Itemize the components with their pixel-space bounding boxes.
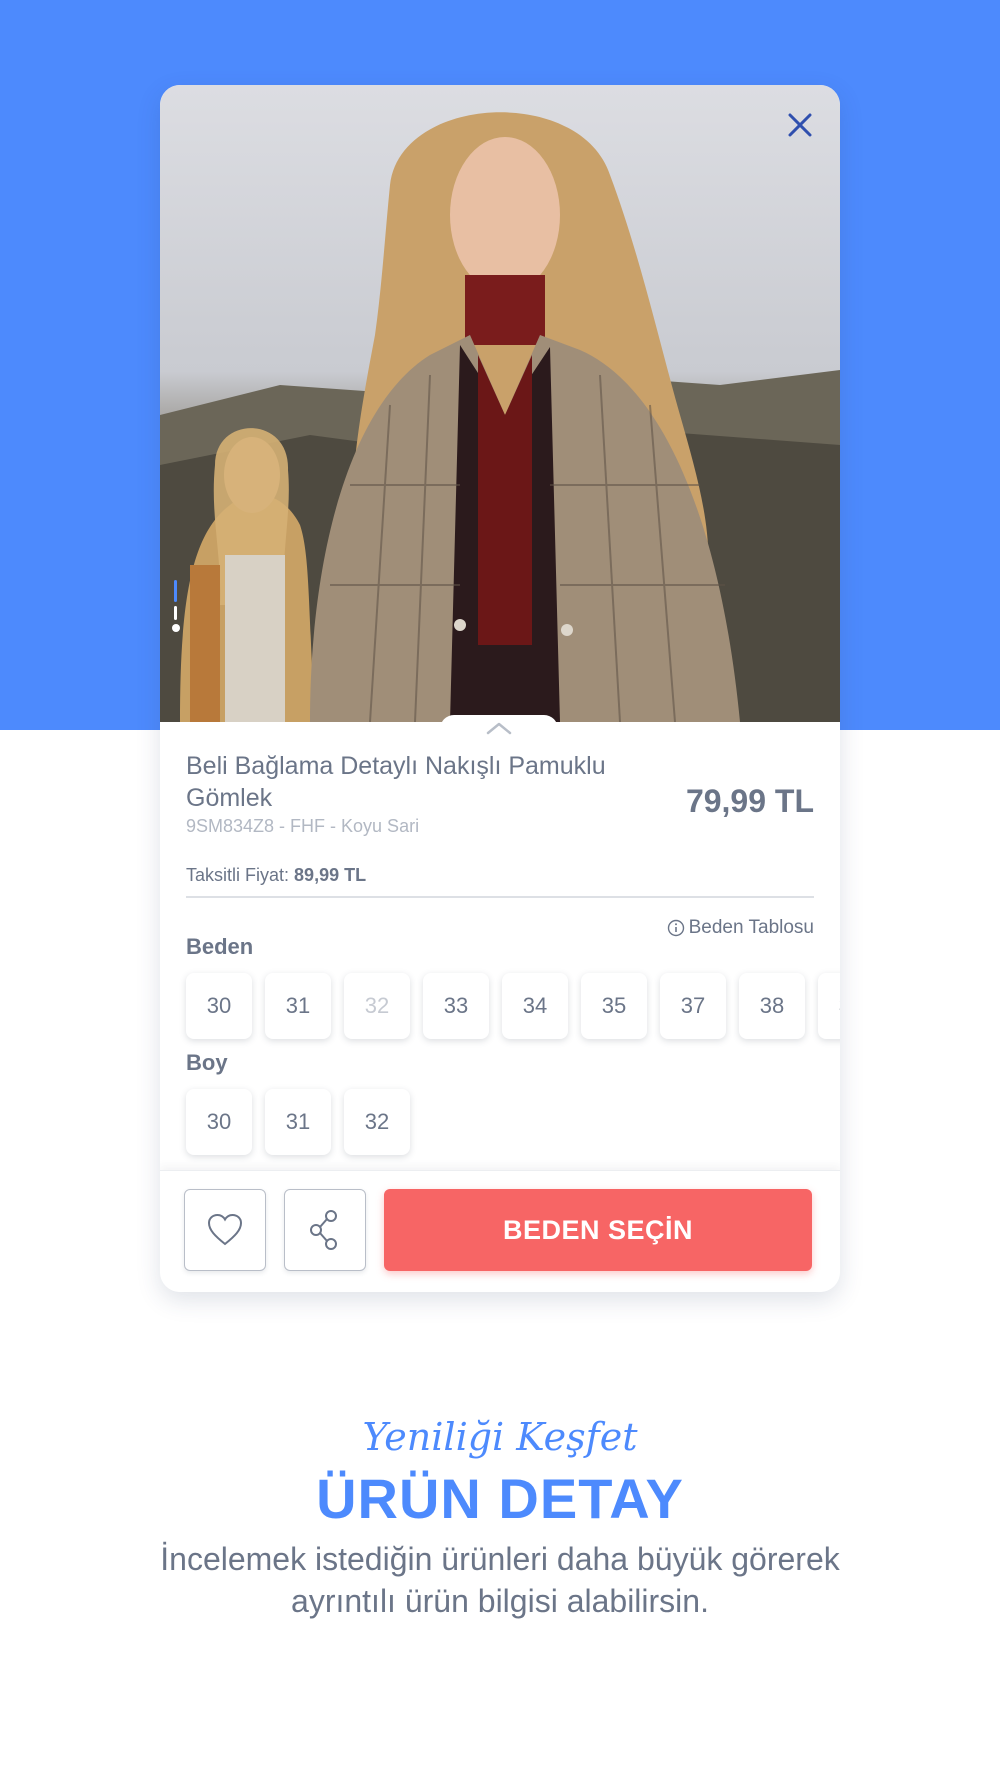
installment-value: 89,99 TL xyxy=(294,865,367,885)
pager-dot-active[interactable] xyxy=(174,580,177,602)
size-option[interactable]: 33 xyxy=(423,973,489,1039)
size-option[interactable]: 34 xyxy=(502,973,568,1039)
promo-heading: ÜRÜN DETAY xyxy=(316,1467,684,1530)
product-price: 79,99 TL xyxy=(685,783,814,819)
pager-dot[interactable] xyxy=(174,606,177,620)
size-option[interactable]: 31 xyxy=(265,1089,331,1155)
info-icon xyxy=(667,919,684,937)
boy-label: Boy xyxy=(186,1050,228,1075)
product-image[interactable] xyxy=(160,85,840,722)
size-chart-label[interactable]: Beden Tablosu xyxy=(689,917,814,939)
installment-label: Taksitli Fiyat: xyxy=(186,865,290,885)
size-option[interactable]: 31 xyxy=(265,973,331,1039)
expand-handle[interactable] xyxy=(440,715,558,741)
share-button[interactable] xyxy=(284,1189,366,1271)
promo-script-title: Yeniliği Keşfet xyxy=(362,1415,638,1459)
image-pager-indicator[interactable] xyxy=(172,580,180,632)
chevron-up-icon xyxy=(486,722,512,735)
close-button[interactable] xyxy=(782,107,818,143)
action-bar: BEDEN SEÇİN xyxy=(160,1170,840,1292)
product-title: Beli Bağlama Detaylı Nakışlı Pamuklu Göm… xyxy=(186,752,606,812)
boy-size-options: 30 31 32 xyxy=(186,1089,410,1155)
size-option[interactable]: 35 xyxy=(581,973,647,1039)
pager-dot[interactable] xyxy=(172,624,180,632)
size-option[interactable]: 38 xyxy=(739,973,805,1039)
product-info: Beli Bağlama Detaylı Nakışlı Pamuklu Göm… xyxy=(186,750,814,837)
installment-price: Taksitli Fiyat: 89,99 TL xyxy=(186,865,814,898)
size-option: 32 xyxy=(344,973,410,1039)
promo-description: İncelemek istediğin ürünleri daha büyük … xyxy=(160,1541,840,1619)
beden-size-options: 303132333435373839 xyxy=(186,973,840,1039)
favorite-button[interactable] xyxy=(184,1189,266,1271)
share-icon xyxy=(310,1210,337,1250)
product-photo-illustration xyxy=(160,112,840,722)
size-option[interactable]: 39 xyxy=(818,973,840,1039)
size-option[interactable]: 37 xyxy=(660,973,726,1039)
heart-icon xyxy=(207,1213,243,1246)
product-detail-card: Beli Bağlama Detaylı Nakışlı Pamuklu Göm… xyxy=(160,85,840,1292)
beden-label: Beden xyxy=(186,934,254,959)
size-option[interactable]: 30 xyxy=(186,973,252,1039)
select-size-button[interactable]: BEDEN SEÇİN xyxy=(384,1189,812,1271)
close-icon xyxy=(788,113,812,137)
size-option[interactable]: 32 xyxy=(344,1089,410,1155)
size-option[interactable]: 30 xyxy=(186,1089,252,1155)
size-chart-link[interactable]: Beden Tablosu xyxy=(667,917,814,939)
